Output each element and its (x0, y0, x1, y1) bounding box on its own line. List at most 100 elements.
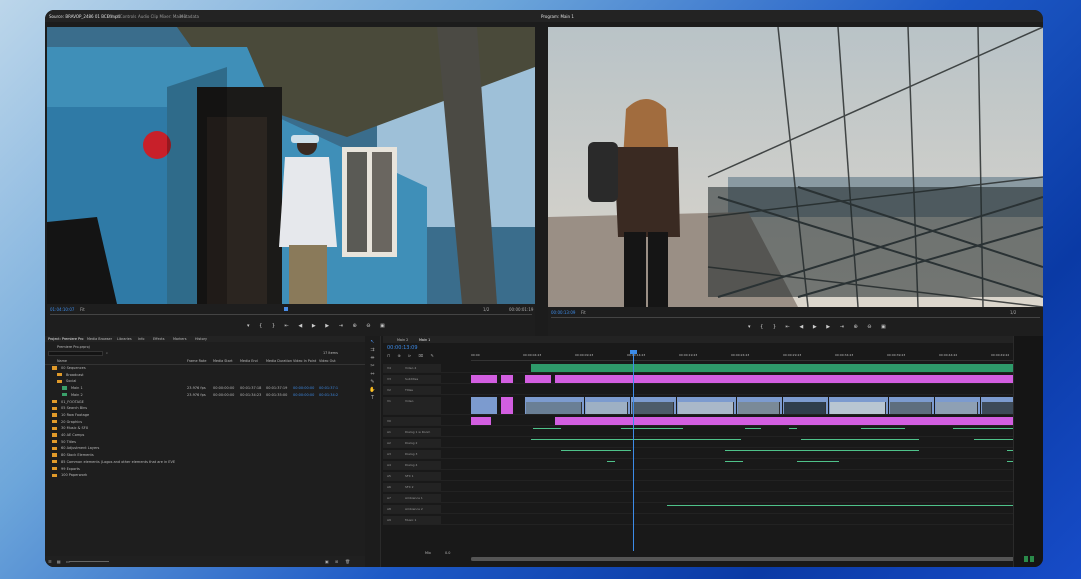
project-item-row[interactable]: 10 Raw Footage (47, 413, 365, 420)
project-search-input[interactable] (48, 351, 103, 356)
mix-track-value[interactable]: 0.0 (445, 551, 450, 555)
col-media-start[interactable]: Media Start (213, 359, 233, 363)
track-v2[interactable]: V2 Titles (383, 386, 1043, 395)
video-clip[interactable] (471, 397, 497, 414)
track-header[interactable]: V0 (383, 417, 441, 425)
playhead[interactable] (633, 351, 634, 551)
video-clip[interactable] (935, 397, 980, 414)
audio-clip[interactable] (533, 428, 561, 429)
time-ruler[interactable]: 00:00 00:00:04:23 00:00:09:23 00:00:14:23 00… (471, 351, 1043, 361)
video-clip[interactable] (737, 397, 782, 414)
track-a6[interactable]: A6 SFX 2 (383, 483, 1043, 492)
project-item-row[interactable]: 00 Sequences (47, 366, 365, 373)
track-header[interactable]: A1 Dialog 1 w Room (383, 428, 441, 436)
project-item-row[interactable]: 99 Exports (47, 467, 365, 474)
timeline-toolbar-icons[interactable]: ⊓ ⊕ ⊳ ⌧ ✎ (387, 353, 437, 358)
program-zoom[interactable]: 1/2 (1010, 310, 1016, 315)
tab-project[interactable]: Project: Premiere Pro (48, 337, 83, 341)
subtitle-clip[interactable] (525, 375, 551, 383)
audio-clip[interactable] (607, 461, 615, 462)
track-header[interactable]: A9 Music 1 (383, 516, 441, 524)
adjustment-clip[interactable] (531, 364, 1043, 372)
tab-metadata[interactable]: Metadata (180, 14, 199, 19)
program-fit-select[interactable]: Fit (581, 310, 586, 315)
track-header[interactable]: A3 Dialog 3 (383, 450, 441, 458)
track-header[interactable]: A7 Ambience 1 (383, 494, 441, 502)
project-item-row[interactable]: 85 Common elements (Logos and other elem… (47, 460, 365, 467)
subtitle-clip[interactable] (471, 375, 497, 383)
tab-history[interactable]: History (195, 337, 207, 341)
playhead-handle[interactable] (630, 350, 637, 354)
track-a2[interactable]: A2 Dialog 2 (383, 439, 1043, 448)
project-item-row[interactable]: 05 Search Bins (47, 406, 365, 413)
timeline-scrollbar[interactable] (471, 557, 1043, 561)
audio-clip[interactable] (667, 505, 1043, 506)
track-a9[interactable]: A9 Music 1 (383, 516, 1043, 525)
program-monitor-frame[interactable] (548, 27, 1043, 307)
audio-clip[interactable] (797, 461, 839, 462)
audio-clip[interactable] (561, 450, 631, 451)
slip-tool-icon[interactable]: ⇔ (365, 370, 380, 378)
icon-view-icon[interactable]: ▦ (57, 559, 61, 564)
tab-program[interactable]: Program: Main 1 (541, 14, 574, 19)
col-media-end[interactable]: Media End (240, 359, 258, 363)
new-bin-icon[interactable]: ▣ (325, 559, 329, 564)
audio-clip[interactable] (801, 450, 919, 451)
track-a3[interactable]: A3 Dialog 3 (383, 450, 1043, 459)
timeline-timecode[interactable]: 00:00:13:09 (387, 345, 418, 351)
delete-icon[interactable]: 🗑 (345, 559, 350, 564)
source-playhead-icon[interactable] (284, 307, 288, 311)
track-header[interactable]: V3 Subtitles (383, 375, 441, 383)
project-item-row[interactable]: 20 Graphics (47, 420, 365, 427)
project-item-row[interactable]: Main 2 23.976 fps 00:00:00:00 00:01:34:23 00… (47, 393, 365, 400)
track-select-icon[interactable]: ⇉ (365, 346, 380, 354)
track-v3[interactable]: V3 Subtitles (383, 375, 1043, 384)
track-header[interactable]: A4 Dialog 4 (383, 461, 441, 469)
track-header[interactable]: V1 Video (383, 397, 441, 414)
pen-tool-icon[interactable]: ✎ (365, 378, 380, 386)
audio-clip[interactable] (861, 428, 905, 429)
new-item-icon[interactable]: ⊞ (335, 559, 338, 564)
project-item-row[interactable]: Main 1 23.976 fps 00:00:00:00 00:01:37:18 00… (47, 386, 365, 393)
program-transport-icons[interactable]: ▾ { } ⇤ ◀ ▶ ▶ ⇥ ⊕ ⊖ ▣ (748, 324, 890, 330)
track-header[interactable]: A5 SFX 1 (383, 472, 441, 480)
audio-clip[interactable] (531, 439, 741, 440)
track-a4[interactable]: A4 Dialog 4 (383, 461, 1043, 470)
video-clip[interactable] (889, 397, 934, 414)
col-video-in[interactable]: Video In Point (293, 359, 316, 363)
track-header[interactable]: A8 Ambience 2 (383, 505, 441, 513)
tab-effects[interactable]: Effects (153, 337, 165, 341)
tab-markers[interactable]: Markers (173, 337, 187, 341)
source-monitor-frame[interactable] (47, 27, 535, 304)
col-name[interactable]: Name (57, 359, 67, 363)
tab-info[interactable]: Info (138, 337, 144, 341)
track-a5[interactable]: A5 SFX 1 (383, 472, 1043, 481)
track-a1[interactable]: A1 Dialog 1 w Room (383, 428, 1043, 437)
track-header[interactable]: V2 Titles (383, 386, 441, 394)
audio-clip[interactable] (801, 439, 919, 440)
tab-sequence-main1[interactable]: Main 1 (419, 338, 430, 342)
tab-effect-controls[interactable]: Effect Controls (107, 14, 136, 19)
audio-clip[interactable] (621, 428, 683, 429)
video-clip[interactable] (783, 397, 828, 414)
track-a7[interactable]: A7 Ambience 1 (383, 494, 1043, 503)
title-clip[interactable] (555, 417, 1043, 425)
video-clip[interactable] (525, 397, 584, 414)
project-item-row[interactable]: 50 Titles (47, 440, 365, 447)
audio-clip[interactable] (789, 428, 797, 429)
source-scrub-bar[interactable] (50, 314, 532, 315)
subtitle-clip[interactable] (555, 375, 1043, 383)
track-header[interactable]: A2 Dialog 2 (383, 439, 441, 447)
project-item-row[interactable]: 100 Paperwork (47, 473, 365, 480)
project-item-row[interactable]: Social (47, 379, 365, 386)
project-item-row[interactable]: 30 Music & SFX (47, 426, 365, 433)
video-clip[interactable] (631, 397, 676, 414)
video-clip[interactable] (677, 397, 736, 414)
type-tool-icon[interactable]: T (365, 394, 380, 402)
project-item-row[interactable]: 80 Stock Elements (47, 453, 365, 460)
col-media-duration[interactable]: Media Duration (266, 359, 292, 363)
audio-clip[interactable] (745, 428, 761, 429)
list-view-icon[interactable]: ☰ (48, 559, 52, 564)
source-zoom[interactable]: 1/2 (483, 307, 489, 312)
project-item-row[interactable]: Broadcast (47, 373, 365, 380)
